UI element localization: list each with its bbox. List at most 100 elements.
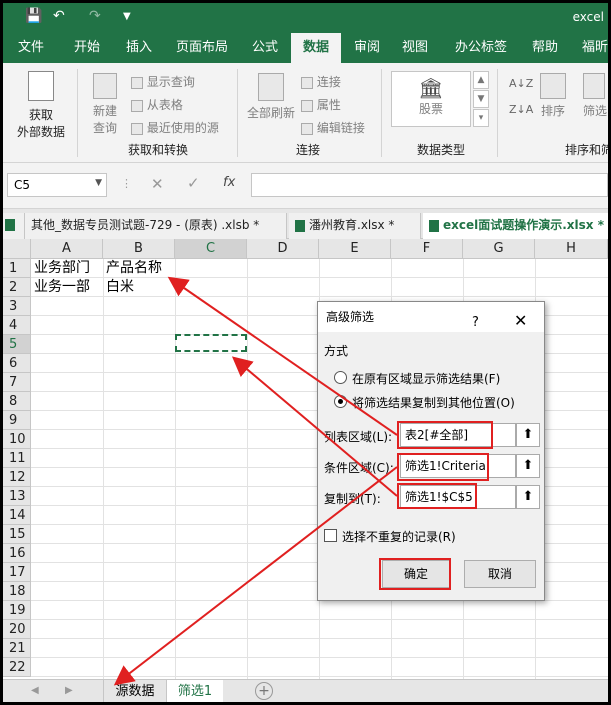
radio-filter-in-place[interactable] [334,371,347,384]
recent-sources-icon [131,122,143,135]
row-header-9[interactable]: 9 [3,411,31,430]
sort-za-icon[interactable]: Z↓A [509,103,533,116]
connections-button[interactable]: 连接 [301,73,341,90]
row-header-4[interactable]: 4 [3,316,31,335]
sort-button[interactable]: 排序 [535,73,571,119]
sheet-tab-filter1[interactable]: 筛选1 [167,680,223,702]
add-sheet-icon[interactable]: + [255,682,273,700]
column-header-b[interactable]: B [103,239,175,259]
insert-function-icon[interactable]: fx [223,175,235,190]
tab-file[interactable]: 文件 [7,33,55,63]
sort-az-icon[interactable]: A↓Z [509,77,533,90]
row-header-5[interactable]: 5 [3,335,31,354]
tab-insert[interactable]: 插入 [115,33,163,63]
name-box[interactable]: C5 ▼ [7,173,107,197]
select-all-corner[interactable] [3,239,31,259]
workbook-tab[interactable]: 潘州教育.xlsx * [289,213,421,239]
table-icon [131,99,143,112]
row-header-6[interactable]: 6 [3,354,31,373]
tab-formulas[interactable]: 公式 [243,33,287,63]
row-header-15[interactable]: 15 [3,525,31,544]
scroll-right-icon[interactable]: ▶ [65,685,73,696]
row-header-8[interactable]: 8 [3,392,31,411]
cell-a1[interactable]: 业务部门 [34,259,90,278]
row-header-19[interactable]: 19 [3,601,31,620]
tab-data[interactable]: 数据 [291,33,341,63]
row-header-14[interactable]: 14 [3,506,31,525]
option-copy-to-location-label: 将筛选结果复制到其他位置(O) [352,396,515,410]
cancel-icon[interactable]: ✕ [151,175,164,193]
row-header-3[interactable]: 3 [3,297,31,316]
list-range-label: 列表区域(L): [324,430,393,444]
undo-icon[interactable]: ↶ [53,8,65,24]
row-header-21[interactable]: 21 [3,639,31,658]
tab-foxit[interactable]: 福昕 [575,33,608,63]
tab-page-layout[interactable]: 页面布局 [167,33,237,63]
row-header-7[interactable]: 7 [3,373,31,392]
stocks-button[interactable]: 🏛 股票 [391,71,471,127]
show-query-button[interactable]: 显示查询 [131,73,195,90]
cancel-button[interactable]: 取消 [464,560,536,588]
row-header-20[interactable]: 20 [3,620,31,639]
help-button[interactable]: ? [472,308,479,338]
annotation-box-ok [379,558,451,590]
edit-links-button[interactable]: 编辑链接 [301,119,365,136]
tab-home[interactable]: 开始 [61,33,113,63]
save-icon[interactable]: 💾 [25,8,42,24]
row-header-18[interactable]: 18 [3,582,31,601]
more-icon: ⋮ [121,177,132,190]
column-header-d[interactable]: D [247,239,319,259]
tab-review[interactable]: 审阅 [345,33,389,63]
annotation-box-copy-to [397,483,477,509]
option-filter-in-place-label: 在原有区域显示筛选结果(F) [352,372,501,386]
redo-icon[interactable]: ↷ [89,8,101,24]
from-table-button[interactable]: 从表格 [131,96,183,113]
get-external-data-button[interactable]: 获取 外部数据 [11,71,71,139]
row-header-10[interactable]: 10 [3,430,31,449]
tab-office-tabs[interactable]: 办公标签 [447,33,515,63]
column-header-e[interactable]: E [319,239,391,259]
cell-a2[interactable]: 业务一部 [34,278,90,297]
collapse-criteria-range-icon[interactable]: ⬆ [516,454,540,478]
row-header-13[interactable]: 13 [3,487,31,506]
row-header-11[interactable]: 11 [3,449,31,468]
scroll-left-icon[interactable]: ◀ [31,685,39,696]
collapse-list-range-icon[interactable]: ⬆ [516,423,540,447]
row-header-1[interactable]: 1 [3,259,31,278]
row-header-17[interactable]: 17 [3,563,31,582]
properties-button[interactable]: 属性 [301,96,341,113]
stocks-scroll-up[interactable]: ▲ [473,71,489,89]
row-header-12[interactable]: 12 [3,468,31,487]
row-header-16[interactable]: 16 [3,544,31,563]
column-header-a[interactable]: A [31,239,103,259]
column-header-c[interactable]: C [175,239,247,259]
collapse-copy-to-icon[interactable]: ⬆ [516,485,540,509]
cell-b2[interactable]: 白米 [106,278,134,297]
recent-sources-button[interactable]: 最近使用的源 [131,119,219,136]
workbook-tab-active[interactable]: excel面试题操作演示.xlsx * [423,213,608,239]
gridline [31,638,608,639]
radio-copy-to-location[interactable] [334,395,347,408]
new-query-button[interactable]: 新建 查询 [85,73,125,136]
refresh-all-button[interactable]: 全部刷新 [243,73,299,121]
stocks-more[interactable]: ▾ [473,109,489,127]
customize-toolbar-icon[interactable]: ▼ [123,11,131,22]
close-icon[interactable]: ✕ [514,306,527,336]
column-header-f[interactable]: F [391,239,463,259]
workbook-tab[interactable]: 其他_数据专员测试题-729 - (原表) .xlsb * [25,213,287,239]
filter-button[interactable]: 筛选 [583,73,608,119]
cell-b1[interactable]: 产品名称 [106,259,162,278]
column-header-h[interactable]: H [535,239,608,259]
dialog-title: 高级筛选 [326,310,375,324]
formula-input[interactable] [251,173,608,197]
gridline [31,619,608,620]
column-header-g[interactable]: G [463,239,535,259]
row-header-22[interactable]: 22 [3,658,31,677]
sheet-tab-source-data[interactable]: 源数据 [103,680,167,702]
row-header-2[interactable]: 2 [3,278,31,297]
tab-view[interactable]: 视图 [393,33,437,63]
enter-icon[interactable]: ✓ [187,174,200,192]
stocks-scroll-down[interactable]: ▼ [473,90,489,108]
tab-help[interactable]: 帮助 [523,33,567,63]
unique-records-check[interactable] [324,529,337,542]
